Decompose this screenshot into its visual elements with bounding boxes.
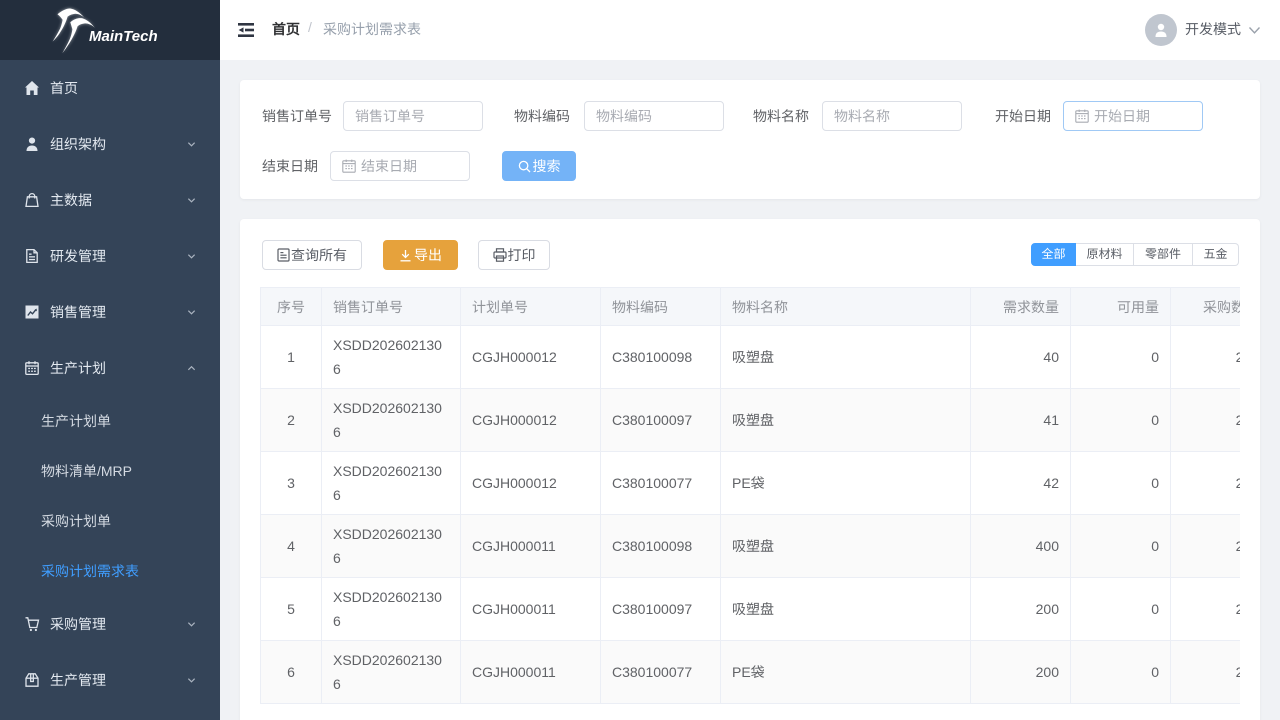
svg-text:MainTech: MainTech: [89, 28, 158, 45]
